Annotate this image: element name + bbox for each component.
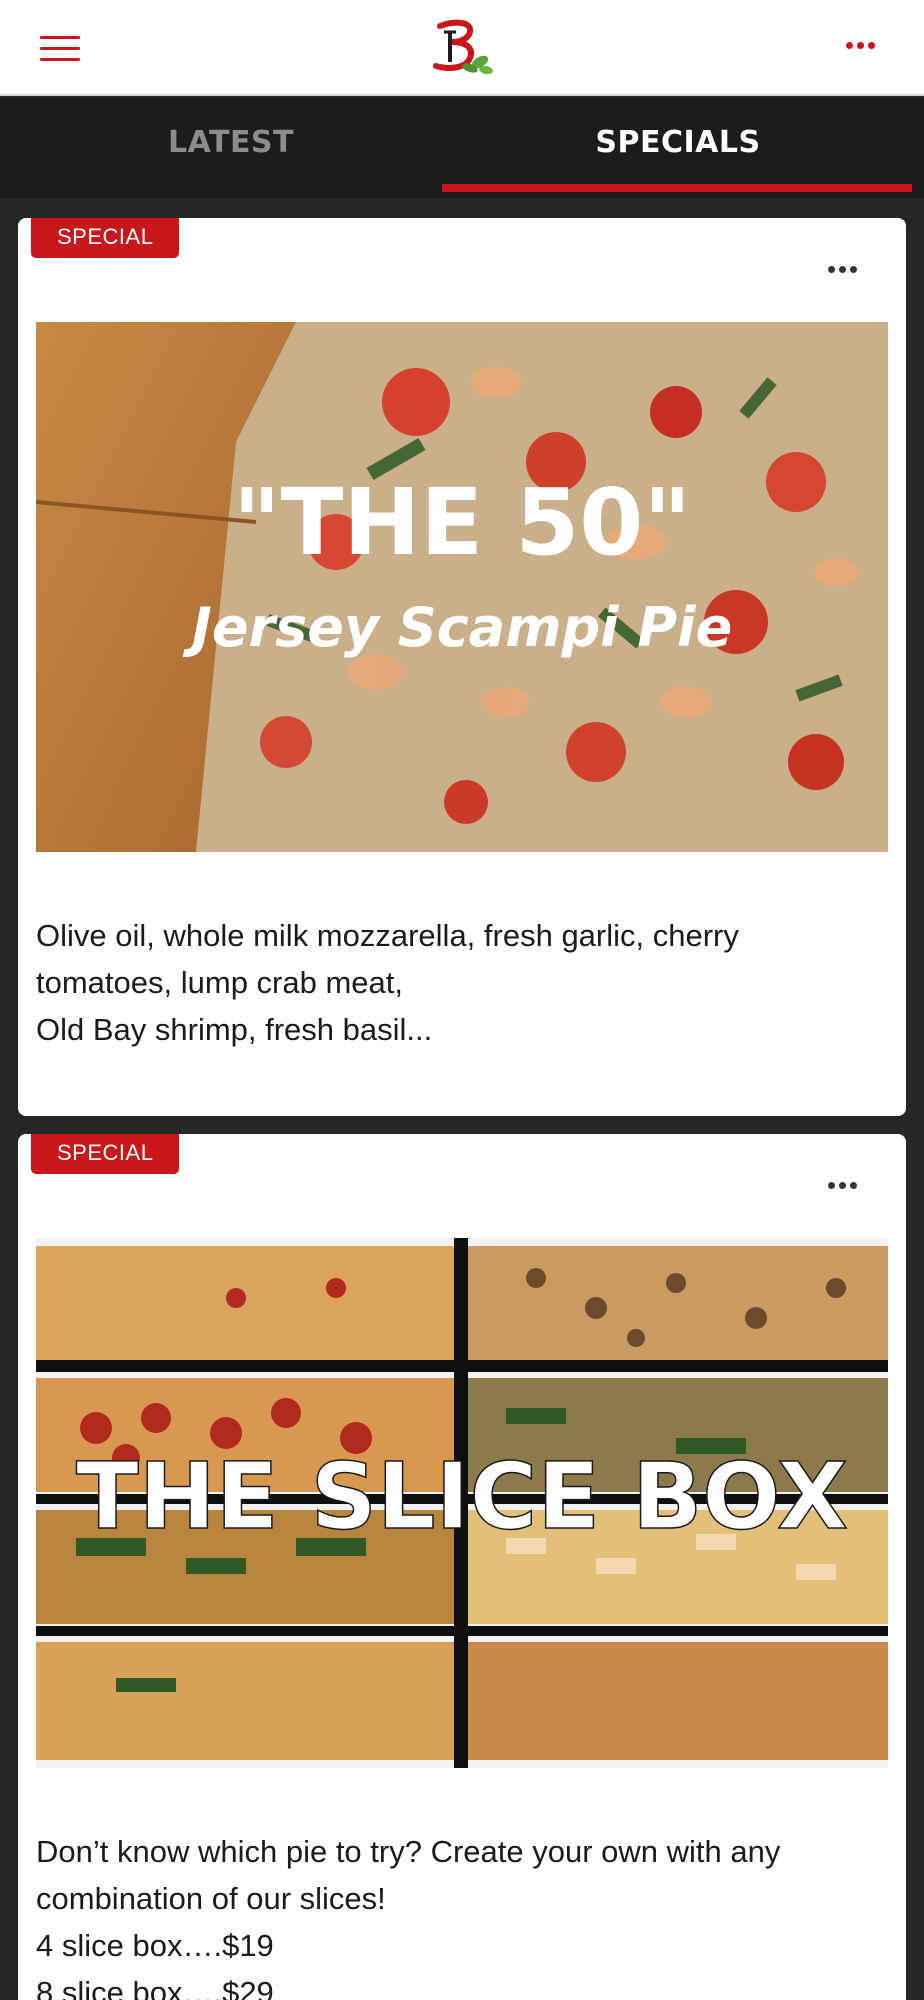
post-image[interactable]: THE SLICE BOX — [36, 1238, 888, 1768]
post-image-title: "THE 50" — [233, 469, 692, 576]
post-description-line: 4 slice box….$19 — [36, 1928, 274, 1963]
special-badge: SPECIAL — [31, 218, 180, 258]
post-image[interactable]: "THE 50" Jersey Scampi Pie — [36, 322, 888, 852]
post-more-icon[interactable] — [828, 1180, 858, 1192]
post-description: Don’t know which pie to try? Create your… — [36, 1828, 876, 2000]
tab-latest[interactable]: LATEST — [0, 98, 462, 198]
more-horizontal-icon[interactable] — [846, 40, 876, 52]
hamburger-menu-icon[interactable] — [40, 36, 84, 62]
special-post-card[interactable]: SPECIAL — [18, 1134, 906, 2000]
special-post-card[interactable]: SPECIAL — [18, 218, 906, 1116]
top-app-bar — [0, 0, 924, 96]
tab-bar: LATEST SPECIALS — [0, 98, 924, 198]
post-description-line: Don’t know which pie to try? Create your… — [36, 1834, 781, 1916]
post-description-line: 8 slice box….$29 — [36, 1975, 274, 2000]
tab-specials[interactable]: SPECIALS — [442, 98, 914, 198]
post-image-title: THE SLICE BOX — [76, 1443, 848, 1550]
post-image-subtitle: Jersey Scampi Pie — [183, 596, 732, 659]
brand-logo-b-icon[interactable] — [426, 18, 498, 76]
special-badge: SPECIAL — [31, 1134, 180, 1174]
post-more-icon[interactable] — [828, 264, 858, 276]
selected-tab-indicator — [442, 184, 912, 192]
post-description-text: Olive oil, whole milk mozzarella, fresh … — [36, 918, 739, 1047]
post-description: Olive oil, whole milk mozzarella, fresh … — [36, 912, 876, 1053]
